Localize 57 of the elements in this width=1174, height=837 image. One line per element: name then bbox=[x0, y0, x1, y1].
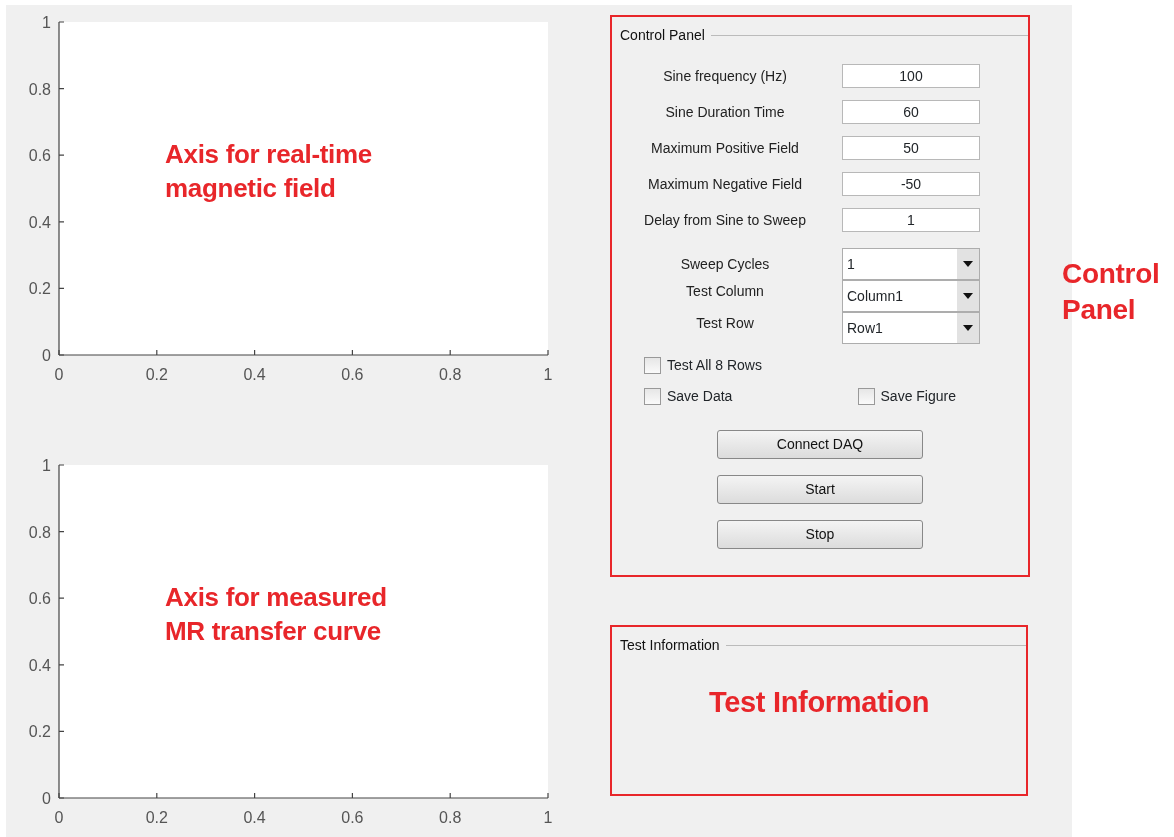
annotation-label: Axis for measured MR transfer curve bbox=[165, 581, 388, 648]
tick-label: 1 bbox=[42, 457, 51, 474]
tick-label: 0.4 bbox=[28, 656, 51, 674]
field-label: Delay from Sine to Sweep bbox=[643, 210, 807, 230]
checkbox-label: Save Figure bbox=[880, 387, 956, 406]
caret-icon bbox=[963, 261, 973, 267]
field-label: Maximum Negative Field bbox=[646, 174, 804, 194]
input-field[interactable]: -50 bbox=[842, 172, 980, 196]
input-field[interactable]: 50 bbox=[842, 136, 980, 160]
tick-label: 0.4 bbox=[243, 809, 266, 826]
dropdown[interactable]: 1 bbox=[842, 248, 980, 280]
tick-label: 0.8 bbox=[439, 809, 462, 826]
input-field[interactable]: 1 bbox=[842, 208, 980, 232]
tick-label: 0.6 bbox=[341, 809, 364, 826]
dropdown[interactable]: Column1 bbox=[842, 280, 980, 312]
field-label: Sine frequency (Hz) bbox=[662, 66, 788, 86]
annotation-label: Axis for real-time magnetic field bbox=[165, 138, 373, 205]
checkbox[interactable] bbox=[644, 388, 661, 405]
tick-label: 0.6 bbox=[28, 590, 51, 608]
checkbox-label: Save Data bbox=[667, 387, 733, 406]
tick-label: 0.2 bbox=[145, 809, 168, 826]
caret-icon bbox=[963, 325, 973, 331]
tick-label: 0.4 bbox=[243, 366, 266, 383]
annotation-label: Test Information bbox=[707, 685, 931, 720]
tick-label: 0 bbox=[54, 809, 64, 826]
input-field[interactable]: 100 bbox=[842, 64, 980, 88]
field-label: Test Row bbox=[695, 313, 755, 333]
field-label: Maximum Positive Field bbox=[650, 138, 800, 158]
tick-label: 0 bbox=[42, 347, 51, 364]
tick-label: 1 bbox=[543, 809, 553, 826]
panel-title: Test Information bbox=[620, 636, 720, 655]
tick-label: 0 bbox=[42, 790, 51, 807]
dropdown[interactable]: Row1 bbox=[842, 312, 980, 344]
tick-label: 0.2 bbox=[145, 366, 168, 383]
tick-label: 0 bbox=[54, 366, 64, 383]
tick-label: 0.8 bbox=[439, 366, 462, 383]
checkbox[interactable] bbox=[644, 357, 661, 374]
tick-label: 1 bbox=[543, 366, 553, 383]
action-button[interactable]: Start bbox=[717, 475, 923, 504]
panel-title: Control Panel bbox=[620, 26, 705, 45]
tick-label: 0.8 bbox=[28, 80, 51, 98]
caret-icon bbox=[963, 293, 973, 299]
field-label: Sine Duration Time bbox=[664, 102, 786, 122]
tick-label: 0.6 bbox=[28, 147, 51, 165]
tick-label: 1 bbox=[42, 14, 51, 31]
tick-label: 0.6 bbox=[341, 366, 364, 383]
tick-label: 0.8 bbox=[28, 523, 51, 541]
tick-label: 0.4 bbox=[28, 213, 51, 231]
tick-label: 0.2 bbox=[28, 280, 51, 298]
action-button[interactable]: Stop bbox=[717, 520, 923, 549]
field-label: Sweep Cycles bbox=[679, 254, 771, 274]
field-label: Test Column bbox=[685, 281, 765, 301]
tick-label: 0.2 bbox=[28, 723, 51, 741]
annotation-label: Control Panel bbox=[1062, 257, 1161, 328]
checkbox-label: Test All 8 Rows bbox=[667, 356, 762, 375]
input-field[interactable]: 60 bbox=[842, 100, 980, 124]
action-button[interactable]: Connect DAQ bbox=[717, 430, 923, 459]
